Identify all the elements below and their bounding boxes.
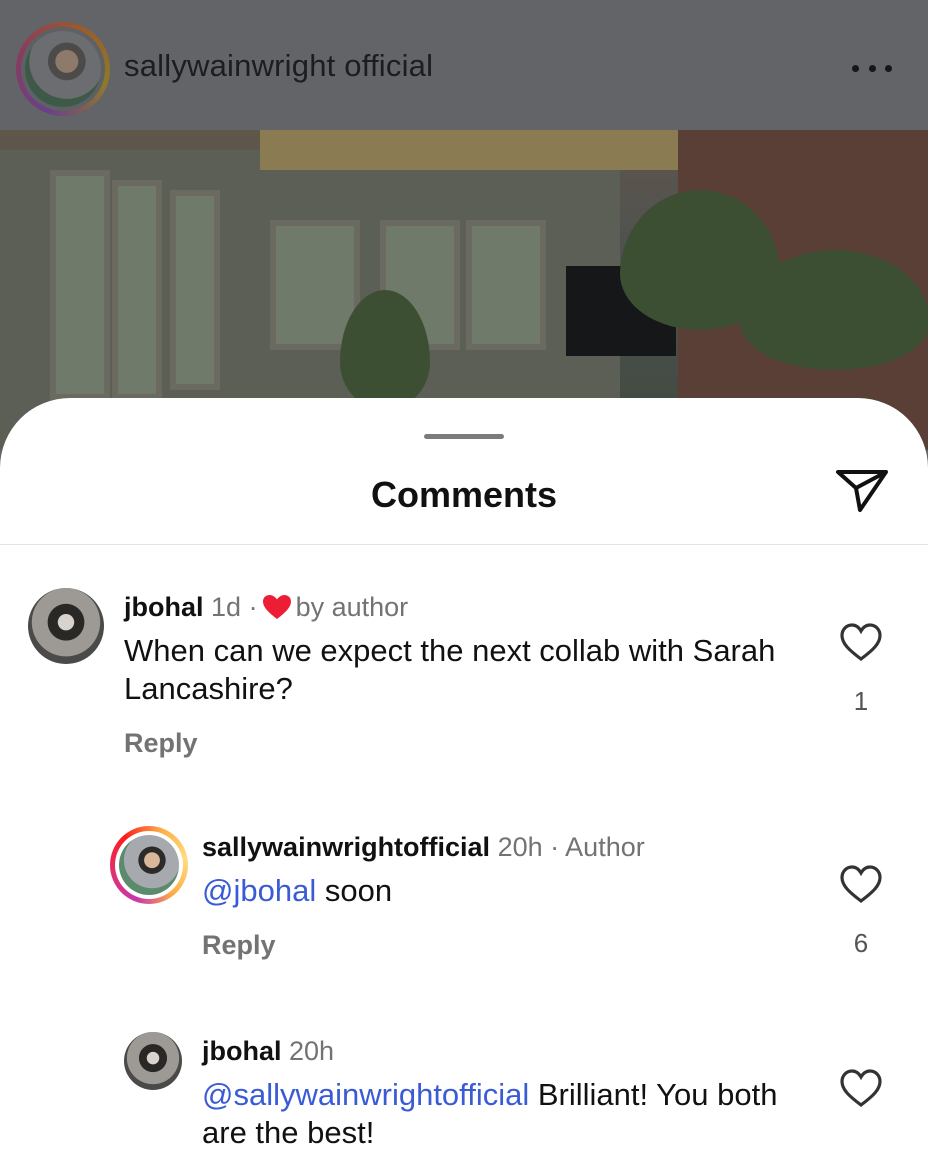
comment-item: jbohal 1d · by author When can we expect… bbox=[0, 586, 928, 776]
comment-body: soon bbox=[316, 873, 393, 908]
comment-username[interactable]: jbohal bbox=[202, 1036, 282, 1066]
author-badge: Author bbox=[565, 832, 645, 862]
like-heart-icon[interactable] bbox=[839, 1068, 883, 1108]
comment-time: 1d bbox=[211, 592, 242, 622]
post-author-avatar[interactable] bbox=[16, 22, 110, 116]
comment-time: 20h bbox=[497, 832, 543, 862]
reply-item: jbohal 20h @sallywainwrightofficial Bril… bbox=[0, 1030, 928, 1162]
like-count: 1 bbox=[853, 686, 869, 716]
meta-separator: · bbox=[550, 832, 560, 862]
header-divider bbox=[0, 544, 928, 545]
comment-time: 20h bbox=[289, 1036, 335, 1066]
author-badge: by author bbox=[295, 592, 409, 622]
post-header: sallywainwright official bbox=[0, 0, 928, 130]
liked-by-author-heart-icon bbox=[262, 595, 291, 619]
reply-button[interactable]: Reply bbox=[124, 728, 198, 759]
mention-link[interactable]: @jbohal bbox=[202, 873, 316, 908]
avatar[interactable] bbox=[28, 588, 104, 664]
comment-text: When can we expect the next collab with … bbox=[124, 633, 776, 706]
sheet-drag-handle[interactable] bbox=[424, 434, 504, 439]
like-heart-icon[interactable] bbox=[839, 864, 883, 904]
post-username[interactable]: sallywainwright official bbox=[124, 48, 433, 84]
share-icon[interactable] bbox=[834, 466, 890, 516]
like-count: 6 bbox=[853, 928, 869, 958]
like-heart-icon[interactable] bbox=[839, 622, 883, 662]
comment-username[interactable]: jbohal bbox=[124, 592, 204, 622]
comment-meta: jbohal 1d · by author bbox=[124, 592, 408, 623]
more-options-icon[interactable] bbox=[846, 56, 898, 80]
comment-meta: jbohal 20h bbox=[202, 1036, 334, 1067]
avatar[interactable] bbox=[110, 826, 188, 904]
comment-meta: sallywainwrightofficial 20h · Author bbox=[202, 832, 645, 863]
avatar[interactable] bbox=[124, 1032, 182, 1090]
comment-text: @sallywainwrightofficial Brilliant! You … bbox=[202, 1076, 802, 1152]
meta-separator: · bbox=[248, 592, 258, 622]
reply-item: sallywainwrightofficial 20h · Author @jb… bbox=[0, 826, 928, 996]
comment-text: @jbohal soon bbox=[202, 872, 802, 910]
reply-button[interactable]: Reply bbox=[202, 930, 276, 961]
comments-sheet: Comments jbohal 1d · by author When can … bbox=[0, 398, 928, 1162]
comment-username[interactable]: sallywainwrightofficial bbox=[202, 832, 490, 862]
sheet-title: Comments bbox=[370, 474, 558, 515]
mention-link[interactable]: @sallywainwrightofficial bbox=[202, 1077, 529, 1112]
